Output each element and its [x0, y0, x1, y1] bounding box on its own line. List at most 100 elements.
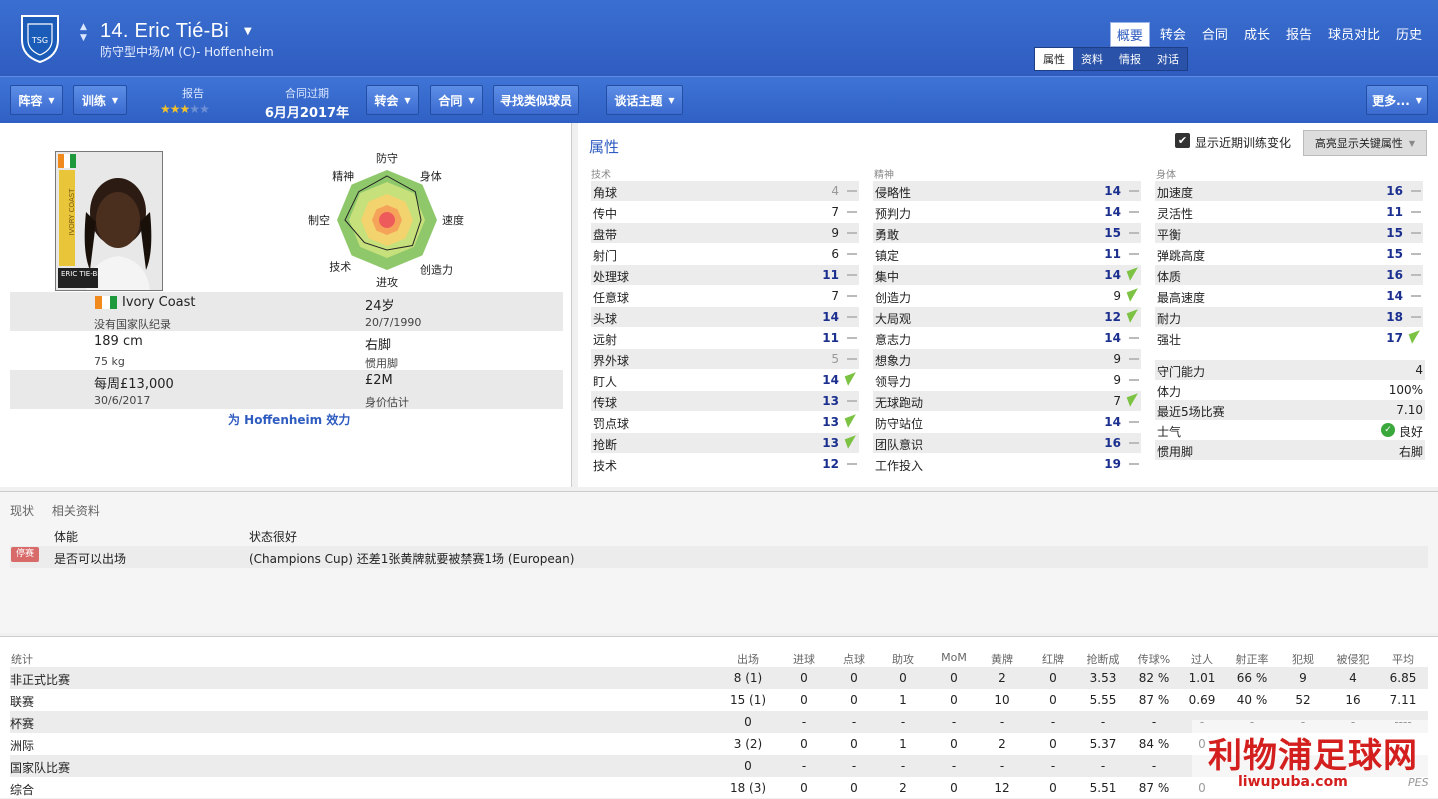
show-training-checkbox[interactable]: ✔	[1175, 133, 1190, 148]
attribute-value: 12	[822, 457, 839, 471]
attribute-row-mental[interactable]: 大局观 12	[873, 307, 1142, 327]
stats-column-header[interactable]: 平均	[1373, 651, 1433, 667]
attribute-name: 强壮	[1157, 333, 1182, 347]
tab-3[interactable]: 成长	[1238, 22, 1276, 47]
attribute-value: 16	[1104, 436, 1121, 450]
card-country: IVORY COAST	[68, 188, 76, 236]
trend-flat-icon	[1129, 232, 1139, 234]
stats-cell: -	[1151, 759, 1157, 773]
attribute-row-mental[interactable]: 团队意识 16	[873, 433, 1141, 453]
tab-4[interactable]: 报告	[1280, 22, 1318, 47]
trend-flat-icon	[1411, 316, 1421, 318]
attribute-row-technical[interactable]: 界外球 5	[591, 349, 859, 369]
attribute-row-physical[interactable]: 平衡 15	[1155, 223, 1423, 243]
attribute-row-technical[interactable]: 传中 7	[591, 202, 859, 222]
attribute-row-mental[interactable]: 预判力 14	[873, 202, 1141, 222]
show-training-label[interactable]: 显示近期训练变化	[1195, 134, 1291, 151]
stats-cell: 7.11	[1389, 693, 1417, 707]
attribute-row-technical[interactable]: 任意球 7	[591, 286, 859, 306]
attribute-row-physical[interactable]: 弹跳高度 15	[1155, 244, 1423, 264]
tab-related-info[interactable]: 相关资料	[52, 504, 100, 518]
tab-0[interactable]: 概要	[1109, 22, 1150, 47]
stats-cell: 3 (2)	[733, 737, 763, 751]
subtab-0[interactable]: 属性	[1035, 48, 1073, 70]
attribute-name: 加速度	[1157, 186, 1194, 200]
attribute-name: 集中	[875, 270, 900, 284]
other-attribute-value: 7.10	[1396, 403, 1423, 417]
subtab-3[interactable]: 对话	[1149, 48, 1187, 70]
attribute-value: 4	[831, 184, 839, 198]
attribute-row-physical[interactable]: 强壮 17	[1155, 328, 1424, 348]
attribute-name: 体质	[1157, 270, 1182, 284]
attribute-row-mental[interactable]: 无球跑动 7	[873, 391, 1142, 411]
trend-flat-icon	[1411, 295, 1421, 297]
attribute-row-technical[interactable]: 罚点球 13	[591, 412, 860, 432]
other-attribute-name: 最近5场比赛	[1157, 405, 1225, 419]
attribute-row-mental[interactable]: 镇定 11	[873, 244, 1141, 264]
attribute-row-technical[interactable]: 角球 4	[591, 181, 859, 201]
squad-button[interactable]: 阵容 ▼	[10, 85, 63, 115]
more-button[interactable]: 更多... ▼	[1366, 85, 1428, 115]
attribute-row-technical[interactable]: 远射 11	[591, 328, 859, 348]
tab-5[interactable]: 球员对比	[1322, 22, 1386, 47]
star-filled-icon: ★	[179, 102, 191, 116]
subtab-2[interactable]: 情报	[1111, 48, 1149, 70]
stats-row-label: 洲际	[10, 739, 35, 753]
attribute-row-technical[interactable]: 盘带 9	[591, 223, 859, 243]
attribute-row-mental[interactable]: 侵略性 14	[873, 181, 1141, 201]
stats-cell: 18 (3)	[729, 781, 767, 795]
attribute-row-technical[interactable]: 头球 14	[591, 307, 859, 327]
attribute-row-physical[interactable]: 灵活性 11	[1155, 202, 1423, 222]
transfer-button[interactable]: 转会 ▼	[366, 85, 419, 115]
trend-flat-icon	[847, 358, 857, 360]
stats-row: 联赛 15 (1) 0 0 1 0 10 0 5.55 87 % 0.69 40 % 52 16 7.11	[10, 689, 1428, 711]
tab-status[interactable]: 现状	[10, 504, 34, 518]
attribute-row-physical[interactable]: 加速度 16	[1155, 181, 1423, 201]
attribute-row-physical[interactable]: 耐力 18	[1155, 307, 1423, 327]
attribute-row-mental[interactable]: 防守站位 14	[873, 412, 1141, 432]
top-nav: 概要 转会 合同 成长 报告 球员对比 历史	[1106, 22, 1428, 47]
trend-up-icon	[1126, 267, 1142, 281]
stats-column-header[interactable]: 出场	[718, 651, 778, 667]
plays-for-link[interactable]: 为 Hoffenheim 效力	[228, 411, 350, 428]
highlight-key-attributes-button[interactable]: 高亮显示关键属性 ▼	[1303, 130, 1427, 156]
radar-label: 技术	[329, 261, 351, 274]
attribute-row-mental[interactable]: 集中 14	[873, 265, 1142, 285]
trend-flat-icon	[1129, 379, 1139, 381]
stats-cell: 0	[744, 715, 752, 729]
nationality[interactable]: Ivory Coast	[122, 295, 196, 310]
attribute-row-technical[interactable]: 技术 12	[591, 454, 859, 474]
attribute-row-technical[interactable]: 射门 6	[591, 244, 859, 264]
contract-button[interactable]: 合同 ▼	[430, 85, 483, 115]
attribute-row-technical[interactable]: 传球 13	[591, 391, 859, 411]
trend-flat-icon	[1129, 358, 1139, 360]
attribute-row-mental[interactable]: 工作投入 19	[873, 454, 1141, 474]
tab-1[interactable]: 转会	[1154, 22, 1192, 47]
title-dropdown-icon[interactable]: ▼	[244, 26, 252, 37]
attribute-row-physical[interactable]: 最高速度 14	[1155, 286, 1423, 306]
attribute-row-mental[interactable]: 意志力 14	[873, 328, 1141, 348]
attribute-name: 灵活性	[1157, 207, 1194, 221]
talk-topics-button[interactable]: 谈话主题 ▼	[606, 85, 683, 115]
tab-2[interactable]: 合同	[1196, 22, 1234, 47]
attribute-row-technical[interactable]: 盯人 14	[591, 370, 860, 390]
other-attribute-name: 士气	[1157, 425, 1182, 439]
find-similar-button[interactable]: 寻找类似球员	[493, 85, 579, 115]
training-button[interactable]: 训练 ▼	[73, 85, 127, 115]
attribute-row-technical[interactable]: 抢断 13	[591, 433, 860, 453]
trend-flat-icon	[1411, 274, 1421, 276]
other-attribute-value: 100%	[1388, 383, 1423, 397]
attribute-row-physical[interactable]: 体质 16	[1155, 265, 1423, 285]
attribute-value: 17	[1386, 331, 1403, 345]
attribute-value: 15	[1104, 226, 1121, 240]
watermark-text: 利物浦足球网	[1208, 736, 1418, 776]
subtab-1[interactable]: 资料	[1073, 48, 1111, 70]
attribute-row-mental[interactable]: 领导力 9	[873, 370, 1141, 390]
prev-next-player-arrows[interactable]: ▲ ▼	[80, 22, 87, 44]
attribute-row-mental[interactable]: 勇敢 15	[873, 223, 1141, 243]
mental-header: 精神	[874, 170, 894, 181]
tab-6[interactable]: 历史	[1390, 22, 1428, 47]
attribute-row-mental[interactable]: 创造力 9	[873, 286, 1142, 306]
attribute-row-mental[interactable]: 想象力 9	[873, 349, 1141, 369]
attribute-row-technical[interactable]: 处理球 11	[591, 265, 859, 285]
